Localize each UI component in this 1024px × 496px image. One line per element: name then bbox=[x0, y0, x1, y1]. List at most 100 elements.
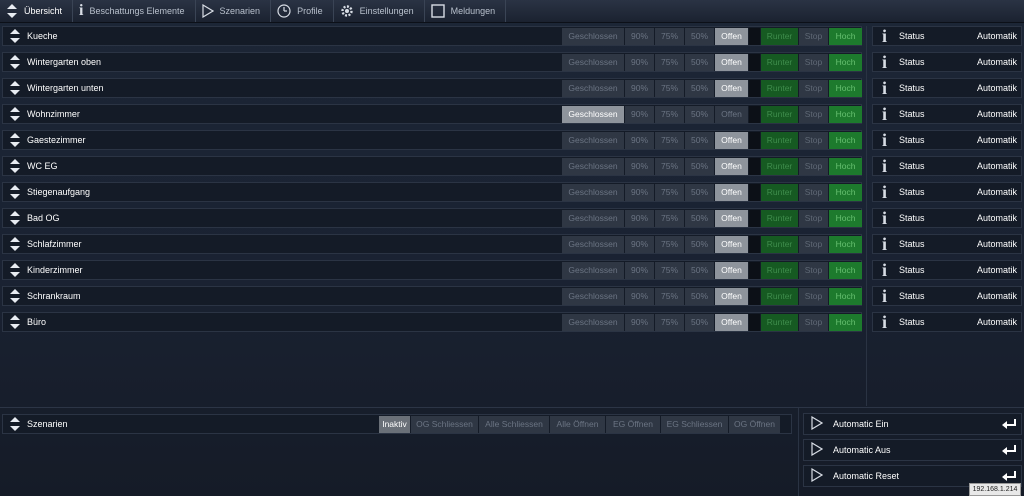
button-open[interactable]: Offen bbox=[715, 80, 748, 97]
button-stop[interactable]: Stop bbox=[799, 288, 828, 305]
button-p90[interactable]: 90% bbox=[625, 132, 654, 149]
status-row[interactable]: i Status Automatik bbox=[872, 312, 1022, 332]
button-closed[interactable]: Geschlossen bbox=[562, 288, 624, 305]
up-down-arrows-icon[interactable] bbox=[9, 133, 21, 147]
button-down[interactable]: Runter bbox=[761, 132, 798, 149]
button-up[interactable]: Hoch bbox=[829, 132, 862, 149]
up-down-arrows-icon[interactable] bbox=[9, 185, 21, 199]
button-p75[interactable]: 75% bbox=[655, 184, 684, 201]
button-p50[interactable]: 50% bbox=[685, 236, 714, 253]
up-down-arrows-icon[interactable] bbox=[9, 315, 21, 329]
button-open[interactable]: Offen bbox=[715, 54, 748, 71]
button-up[interactable]: Hoch bbox=[829, 288, 862, 305]
button-closed[interactable]: Geschlossen bbox=[562, 236, 624, 253]
button-up[interactable]: Hoch bbox=[829, 28, 862, 45]
status-row[interactable]: i Status Automatik bbox=[872, 26, 1022, 46]
scenario-button[interactable]: EG Öffnen bbox=[606, 416, 660, 433]
button-p50[interactable]: 50% bbox=[685, 106, 714, 123]
button-closed[interactable]: Geschlossen bbox=[562, 314, 624, 331]
button-p75[interactable]: 75% bbox=[655, 236, 684, 253]
button-stop[interactable]: Stop bbox=[799, 210, 828, 227]
button-p75[interactable]: 75% bbox=[655, 80, 684, 97]
button-closed[interactable]: Geschlossen bbox=[562, 158, 624, 175]
up-down-arrows-icon[interactable] bbox=[9, 107, 21, 121]
button-closed[interactable]: Geschlossen bbox=[562, 210, 624, 227]
button-p75[interactable]: 75% bbox=[655, 158, 684, 175]
button-p50[interactable]: 50% bbox=[685, 262, 714, 279]
button-up[interactable]: Hoch bbox=[829, 314, 862, 331]
button-p50[interactable]: 50% bbox=[685, 80, 714, 97]
button-closed[interactable]: Geschlossen bbox=[562, 106, 624, 123]
button-down[interactable]: Runter bbox=[761, 54, 798, 71]
status-row[interactable]: i Status Automatik bbox=[872, 52, 1022, 72]
button-closed[interactable]: Geschlossen bbox=[562, 80, 624, 97]
button-open[interactable]: Offen bbox=[715, 288, 748, 305]
scenario-button[interactable]: OG Öffnen bbox=[729, 416, 780, 433]
button-up[interactable]: Hoch bbox=[829, 158, 862, 175]
nav-item-3[interactable]: Profile bbox=[271, 0, 334, 22]
button-p75[interactable]: 75% bbox=[655, 106, 684, 123]
button-down[interactable]: Runter bbox=[761, 210, 798, 227]
button-open[interactable]: Offen bbox=[715, 314, 748, 331]
button-down[interactable]: Runter bbox=[761, 106, 798, 123]
nav-item-2[interactable]: Szenarien bbox=[196, 0, 272, 22]
button-p50[interactable]: 50% bbox=[685, 210, 714, 227]
button-closed[interactable]: Geschlossen bbox=[562, 28, 624, 45]
up-down-arrows-icon[interactable] bbox=[9, 263, 21, 277]
button-p90[interactable]: 90% bbox=[625, 28, 654, 45]
button-down[interactable]: Runter bbox=[761, 288, 798, 305]
button-stop[interactable]: Stop bbox=[799, 80, 828, 97]
button-stop[interactable]: Stop bbox=[799, 54, 828, 71]
button-p90[interactable]: 90% bbox=[625, 80, 654, 97]
button-open[interactable]: Offen bbox=[715, 158, 748, 175]
button-open[interactable]: Offen bbox=[715, 184, 748, 201]
button-stop[interactable]: Stop bbox=[799, 262, 828, 279]
button-p90[interactable]: 90% bbox=[625, 314, 654, 331]
button-open[interactable]: Offen bbox=[715, 132, 748, 149]
button-up[interactable]: Hoch bbox=[829, 184, 862, 201]
button-up[interactable]: Hoch bbox=[829, 106, 862, 123]
scenario-button[interactable]: Alle Schliessen bbox=[479, 416, 549, 433]
scenario-button[interactable]: EG Schliessen bbox=[661, 416, 728, 433]
up-down-arrows-icon[interactable] bbox=[9, 55, 21, 69]
status-row[interactable]: i Status Automatik bbox=[872, 234, 1022, 254]
button-down[interactable]: Runter bbox=[761, 262, 798, 279]
button-up[interactable]: Hoch bbox=[829, 236, 862, 253]
button-p75[interactable]: 75% bbox=[655, 54, 684, 71]
button-p50[interactable]: 50% bbox=[685, 28, 714, 45]
nav-item-4[interactable]: Einstellungen bbox=[334, 0, 425, 22]
button-stop[interactable]: Stop bbox=[799, 314, 828, 331]
button-open[interactable]: Offen bbox=[715, 262, 748, 279]
button-p50[interactable]: 50% bbox=[685, 184, 714, 201]
button-stop[interactable]: Stop bbox=[799, 106, 828, 123]
button-p75[interactable]: 75% bbox=[655, 288, 684, 305]
button-p90[interactable]: 90% bbox=[625, 236, 654, 253]
scenario-button[interactable]: OG Schliessen bbox=[411, 416, 478, 433]
status-row[interactable]: i Status Automatik bbox=[872, 286, 1022, 306]
button-down[interactable]: Runter bbox=[761, 314, 798, 331]
scenario-button[interactable]: Alle Öffnen bbox=[550, 416, 605, 433]
status-row[interactable]: i Status Automatik bbox=[872, 130, 1022, 150]
button-p75[interactable]: 75% bbox=[655, 210, 684, 227]
button-stop[interactable]: Stop bbox=[799, 158, 828, 175]
button-closed[interactable]: Geschlossen bbox=[562, 54, 624, 71]
button-p50[interactable]: 50% bbox=[685, 54, 714, 71]
button-down[interactable]: Runter bbox=[761, 184, 798, 201]
scenario-button[interactable]: Inaktiv bbox=[379, 416, 410, 433]
up-down-arrows-icon[interactable] bbox=[9, 29, 21, 43]
button-up[interactable]: Hoch bbox=[829, 54, 862, 71]
status-row[interactable]: i Status Automatik bbox=[872, 208, 1022, 228]
button-closed[interactable]: Geschlossen bbox=[562, 132, 624, 149]
up-down-arrows-icon[interactable] bbox=[9, 289, 21, 303]
automatic-button[interactable]: Automatic Aus bbox=[803, 439, 1022, 461]
button-p75[interactable]: 75% bbox=[655, 132, 684, 149]
button-p75[interactable]: 75% bbox=[655, 262, 684, 279]
up-down-arrows-icon[interactable] bbox=[9, 81, 21, 95]
button-p90[interactable]: 90% bbox=[625, 210, 654, 227]
up-down-arrows-icon[interactable] bbox=[9, 211, 21, 225]
button-stop[interactable]: Stop bbox=[799, 28, 828, 45]
button-p90[interactable]: 90% bbox=[625, 54, 654, 71]
button-p75[interactable]: 75% bbox=[655, 314, 684, 331]
button-stop[interactable]: Stop bbox=[799, 132, 828, 149]
button-down[interactable]: Runter bbox=[761, 236, 798, 253]
